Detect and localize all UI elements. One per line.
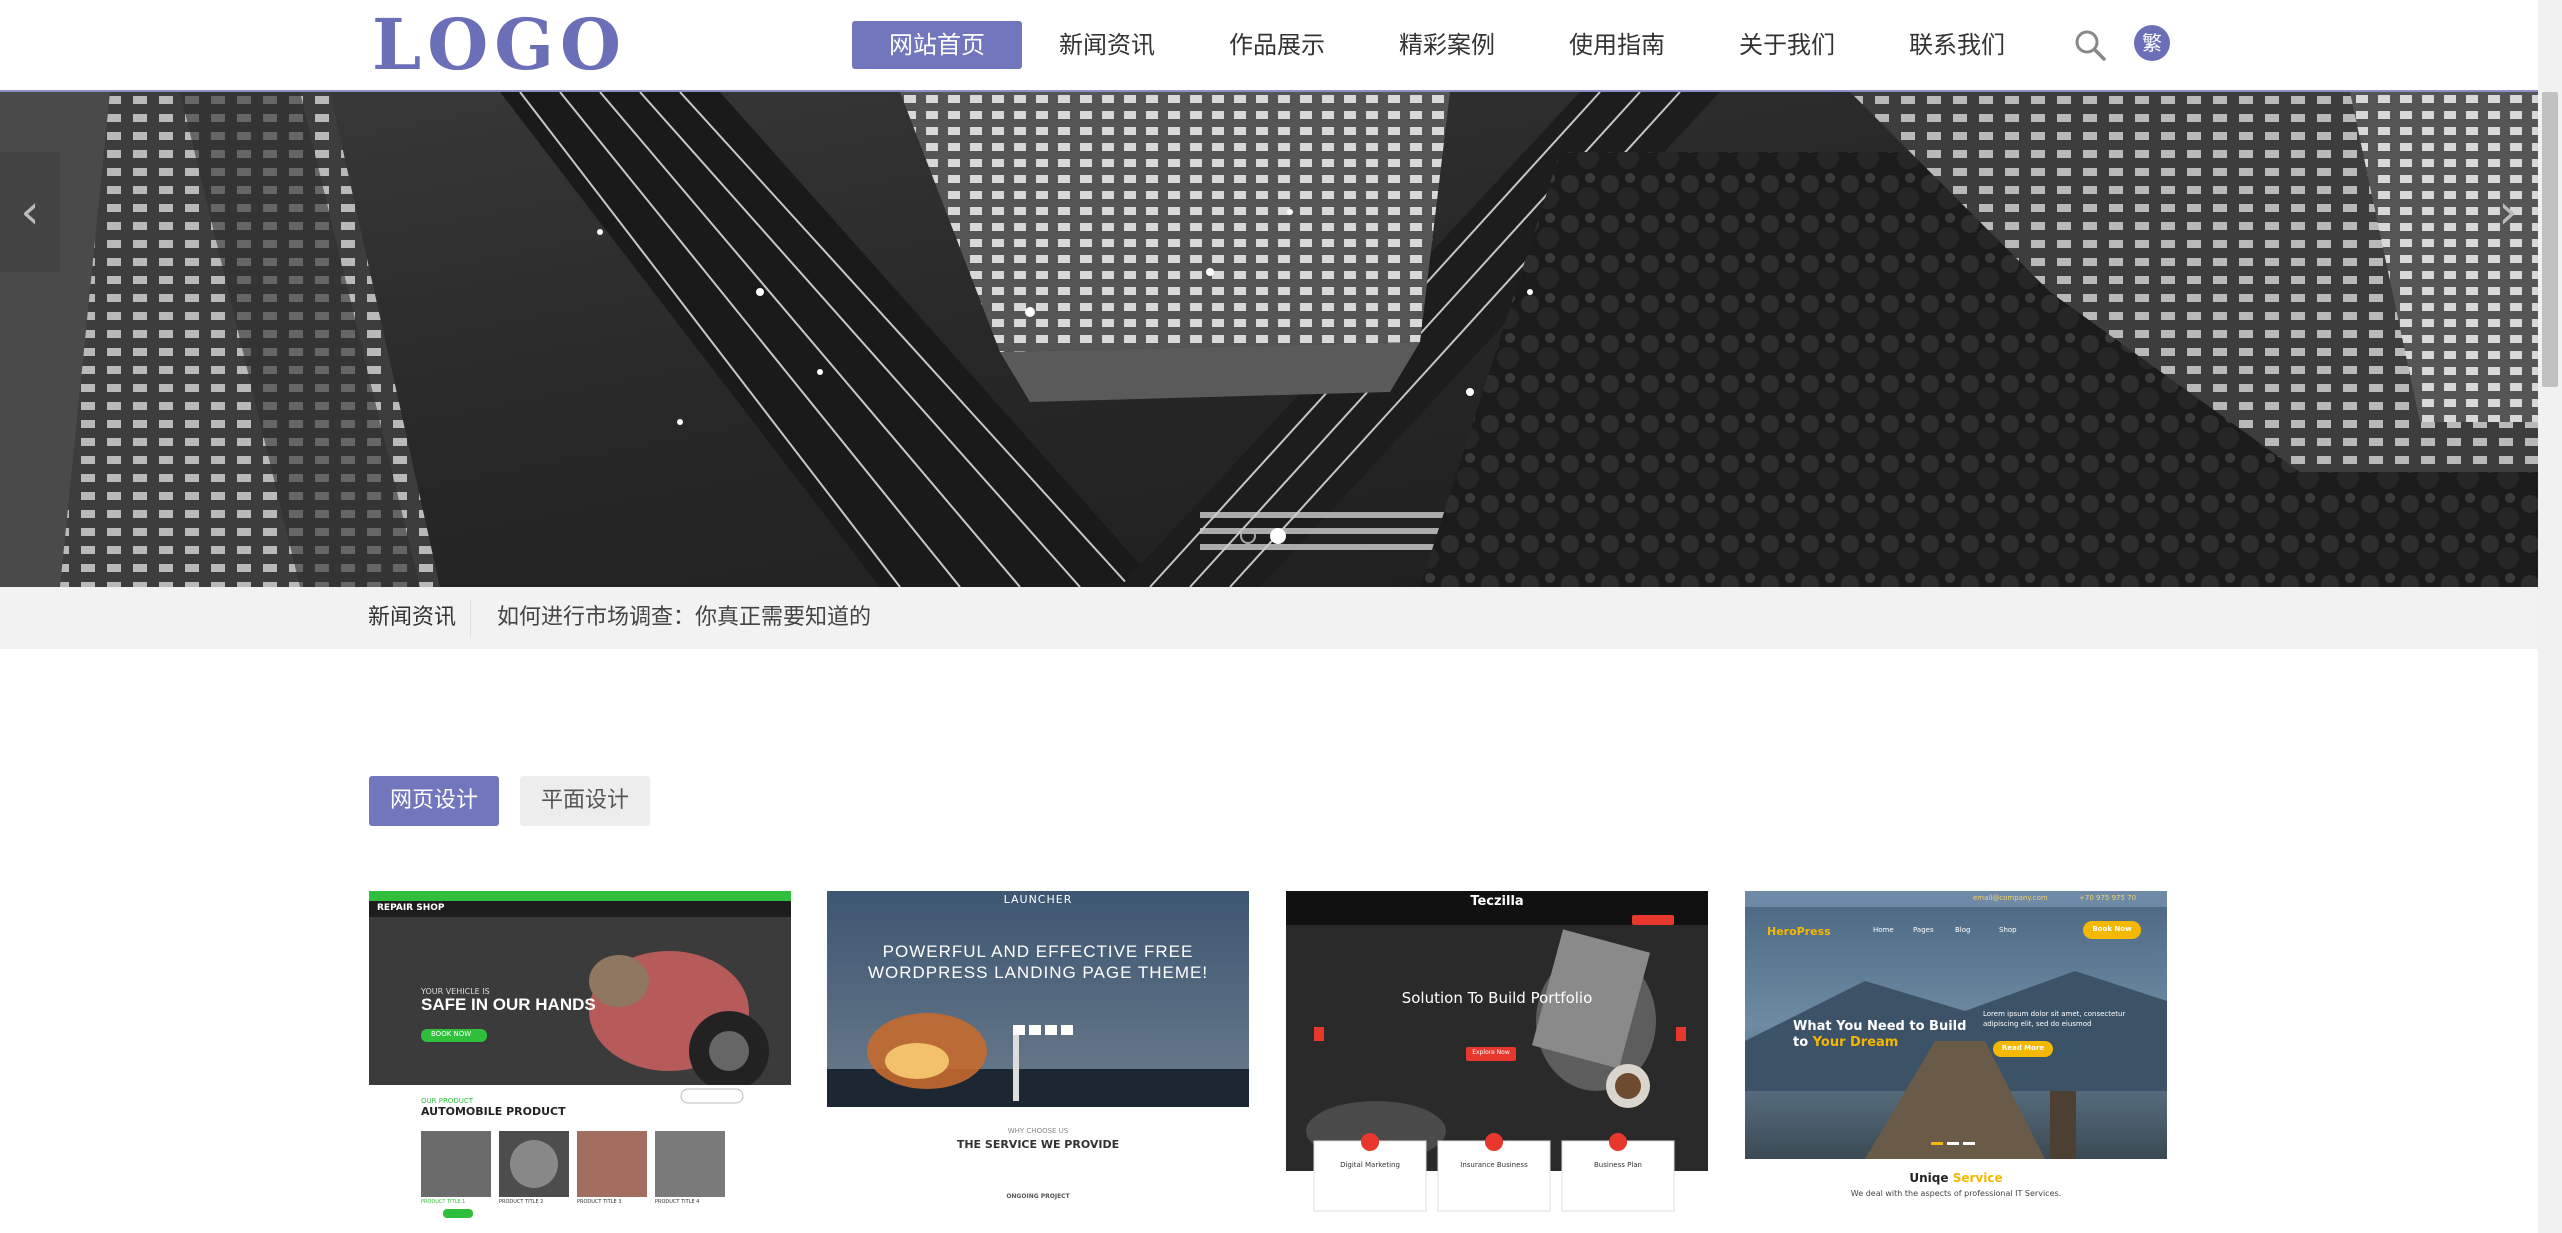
repair-shop-product-2: PRODUCT TITLE 2 [499,1199,544,1205]
heropress-section-title-a: Uniqe [1909,1171,1953,1185]
teczilla-brand: Teczilla [1470,894,1524,909]
nav-item-works[interactable]: 作品展示 [1192,21,1362,69]
hero-city-night-image [0,92,2538,587]
heropress-section-subtitle: We deal with the aspects of professional… [1850,1189,2062,1198]
nav-item-about[interactable]: 关于我们 [1702,21,1872,69]
carousel-next-arrow[interactable]: › [2478,152,2538,272]
teczilla-thumbnail [1286,891,1708,1233]
heropress-read-more-button: Read More [2001,1044,2045,1052]
launcher-brand: LAUNCHER [1003,893,1073,906]
teczilla-service-2: Insurance Business [1460,1161,1528,1169]
news-ticker-divider [470,599,485,637]
news-ticker: 新闻资讯 如何进行市场调查：你真正需要知道的 [0,587,2538,649]
news-ticker-headline[interactable]: 如何进行市场调查：你真正需要知道的 [497,587,871,649]
heropress-hero-side-text: Lorem ipsum dolor sit amet, consectetur … [1983,1010,2126,1028]
heropress-phone: +70 975 975 70 [2079,894,2137,902]
portfolio-card-teczilla[interactable]: Teczilla Solution To Build Portfolio Exp… [1286,891,1708,1233]
search-icon[interactable] [2073,28,2107,62]
repair-shop-section-big: AUTOMOBILE PRODUCT [421,1105,566,1118]
repair-shop-product-4: PRODUCT TITLE 4 [655,1199,700,1205]
heropress-email: email@company.com [1973,894,2048,902]
scrollbar-thumb[interactable] [2542,92,2558,387]
carousel-dot-1[interactable] [1240,528,1256,544]
carousel-prev-arrow[interactable]: ‹ [0,152,60,272]
page-scrollbar[interactable] [2538,0,2562,1233]
hero-carousel: ‹ › [0,92,2538,587]
nav-item-news[interactable]: 新闻资讯 [1022,21,1192,69]
repair-shop-hero-big: SAFE IN OUR HANDS [421,995,596,1014]
portfolio-card-launcher[interactable]: LAUNCHER POWERFUL AND EFFECTIVE FREE WOR… [827,891,1249,1233]
repair-shop-product-1: PRODUCT TITLE 1 [421,1199,466,1205]
language-toggle-button[interactable]: 繁 [2134,25,2170,61]
nav-item-home[interactable]: 网站首页 [852,21,1022,69]
nav-item-contact[interactable]: 联系我们 [1872,21,2042,69]
heropress-menu-pages: Pages [1913,926,1934,934]
portfolio-card-repair-shop[interactable]: REPAIR SHOP YOUR VEHICLE IS SAFE IN OUR … [369,891,791,1233]
launcher-footer-small: ONGOING PROJECT [1006,1193,1070,1200]
carousel-dots [1240,528,1286,544]
repair-shop-brand: REPAIR SHOP [377,903,445,913]
teczilla-explore-button: Explore Now [1472,1049,1510,1056]
news-ticker-label: 新闻资讯 [368,605,457,630]
heropress-hero-line2a: to [1793,1035,1813,1050]
site-logo[interactable]: LOGO [372,10,627,80]
heropress-section-title: Uniqe Service [1745,1171,2167,1185]
carousel-dot-2[interactable] [1270,528,1286,544]
tab-web-design[interactable]: 网页设计 [369,776,500,826]
teczilla-hero-title: Solution To Build Portfolio [1401,989,1593,1007]
repair-shop-book-button: BOOK NOW [431,1030,472,1038]
heropress-menu-shop: Shop [1999,926,2017,934]
heropress-book-button: Book Now [2092,925,2132,933]
heropress-hero-line2b: Your Dream [1812,1035,1899,1050]
launcher-section-small: WHY CHOOSE US [1007,1127,1069,1135]
main-nav: 网站首页 新闻资讯 作品展示 精彩案例 使用指南 关于我们 联系我们 [852,21,2042,69]
launcher-section-big: THE SERVICE WE PROVIDE [956,1138,1120,1151]
nav-item-cases[interactable]: 精彩案例 [1362,21,1532,69]
repair-shop-section-small: OUR PRODUCT [421,1097,473,1105]
heropress-brand: HeroPress [1767,925,1831,938]
launcher-hero-title: POWERFUL AND EFFECTIVE FREE WORDPRESS LA… [867,942,1209,982]
repair-shop-product-3: PRODUCT TITLE 3 [577,1199,622,1205]
heropress-hero-line2: to Your Dream [1793,1035,1898,1050]
heropress-menu-home: Home [1873,926,1894,934]
heropress-section-title-b: Service [1952,1171,2003,1185]
repair-shop-thumbnail [369,891,791,1233]
heropress-hero-line1: What You Need to Build [1793,1019,1967,1034]
nav-item-guide[interactable]: 使用指南 [1532,21,1702,69]
site-header: LOGO 网站首页 新闻资讯 作品展示 精彩案例 使用指南 关于我们 联系我们 … [0,0,2538,92]
tab-graphic-design[interactable]: 平面设计 [520,776,651,826]
teczilla-service-3: Business Plan [1594,1161,1642,1169]
teczilla-service-1: Digital Marketing [1340,1161,1400,1169]
portfolio-card-heropress[interactable]: email@company.com +70 975 975 70 HeroPre… [1745,891,2167,1233]
heropress-menu-blog: Blog [1955,926,1971,934]
